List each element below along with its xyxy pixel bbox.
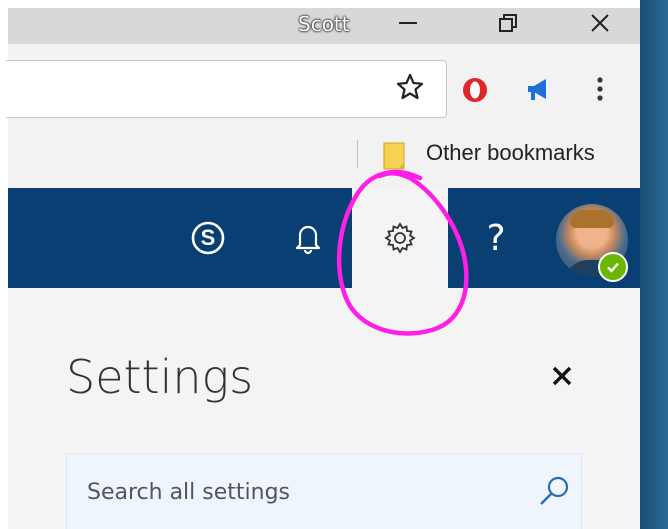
folder-icon[interactable] <box>382 141 408 171</box>
browser-title-bar: Scott <box>8 8 640 44</box>
avatar-hair <box>570 210 614 228</box>
close-window-button[interactable] <box>580 8 620 38</box>
settings-search-box <box>66 453 582 529</box>
svg-text:S: S <box>201 225 216 250</box>
close-icon <box>591 14 609 32</box>
desktop-background-edge <box>640 0 668 529</box>
settings-search-input[interactable] <box>87 476 507 508</box>
window-user-name: Scott <box>298 12 350 36</box>
presence-available-icon <box>598 252 628 282</box>
address-bar[interactable] <box>6 60 447 118</box>
restore-icon <box>499 14 517 32</box>
other-bookmarks-link[interactable]: Other bookmarks <box>426 140 595 166</box>
opera-extension-icon[interactable] <box>460 75 490 105</box>
minimize-button[interactable] <box>388 8 428 38</box>
notifications-button[interactable] <box>290 218 326 258</box>
help-button[interactable]: ? <box>478 214 514 262</box>
bookmark-star-icon[interactable] <box>395 72 425 102</box>
search-icon[interactable] <box>537 474 571 508</box>
help-icon: ? <box>486 217 506 259</box>
gear-icon <box>384 222 416 254</box>
bookmarks-bar: Other bookmarks <box>8 128 640 188</box>
settings-panel: Settings <box>8 288 640 529</box>
minimize-icon <box>399 22 417 24</box>
skype-button[interactable]: S <box>190 220 226 256</box>
settings-title: Settings <box>66 350 254 404</box>
settings-button[interactable] <box>380 218 420 258</box>
bookmarks-separator <box>357 140 358 168</box>
more-vert-icon[interactable] <box>592 74 608 104</box>
screenshot: Scott Other bookmarks S ? Settings Searc… <box>0 0 668 529</box>
restore-button[interactable] <box>488 8 528 38</box>
close-panel-icon[interactable] <box>550 364 574 388</box>
megaphone-extension-icon[interactable] <box>524 75 554 105</box>
skype-icon: S <box>191 221 225 255</box>
browser-toolbar <box>6 44 640 128</box>
outlook-header-bar: S ? <box>8 188 640 288</box>
bell-icon <box>295 225 321 255</box>
